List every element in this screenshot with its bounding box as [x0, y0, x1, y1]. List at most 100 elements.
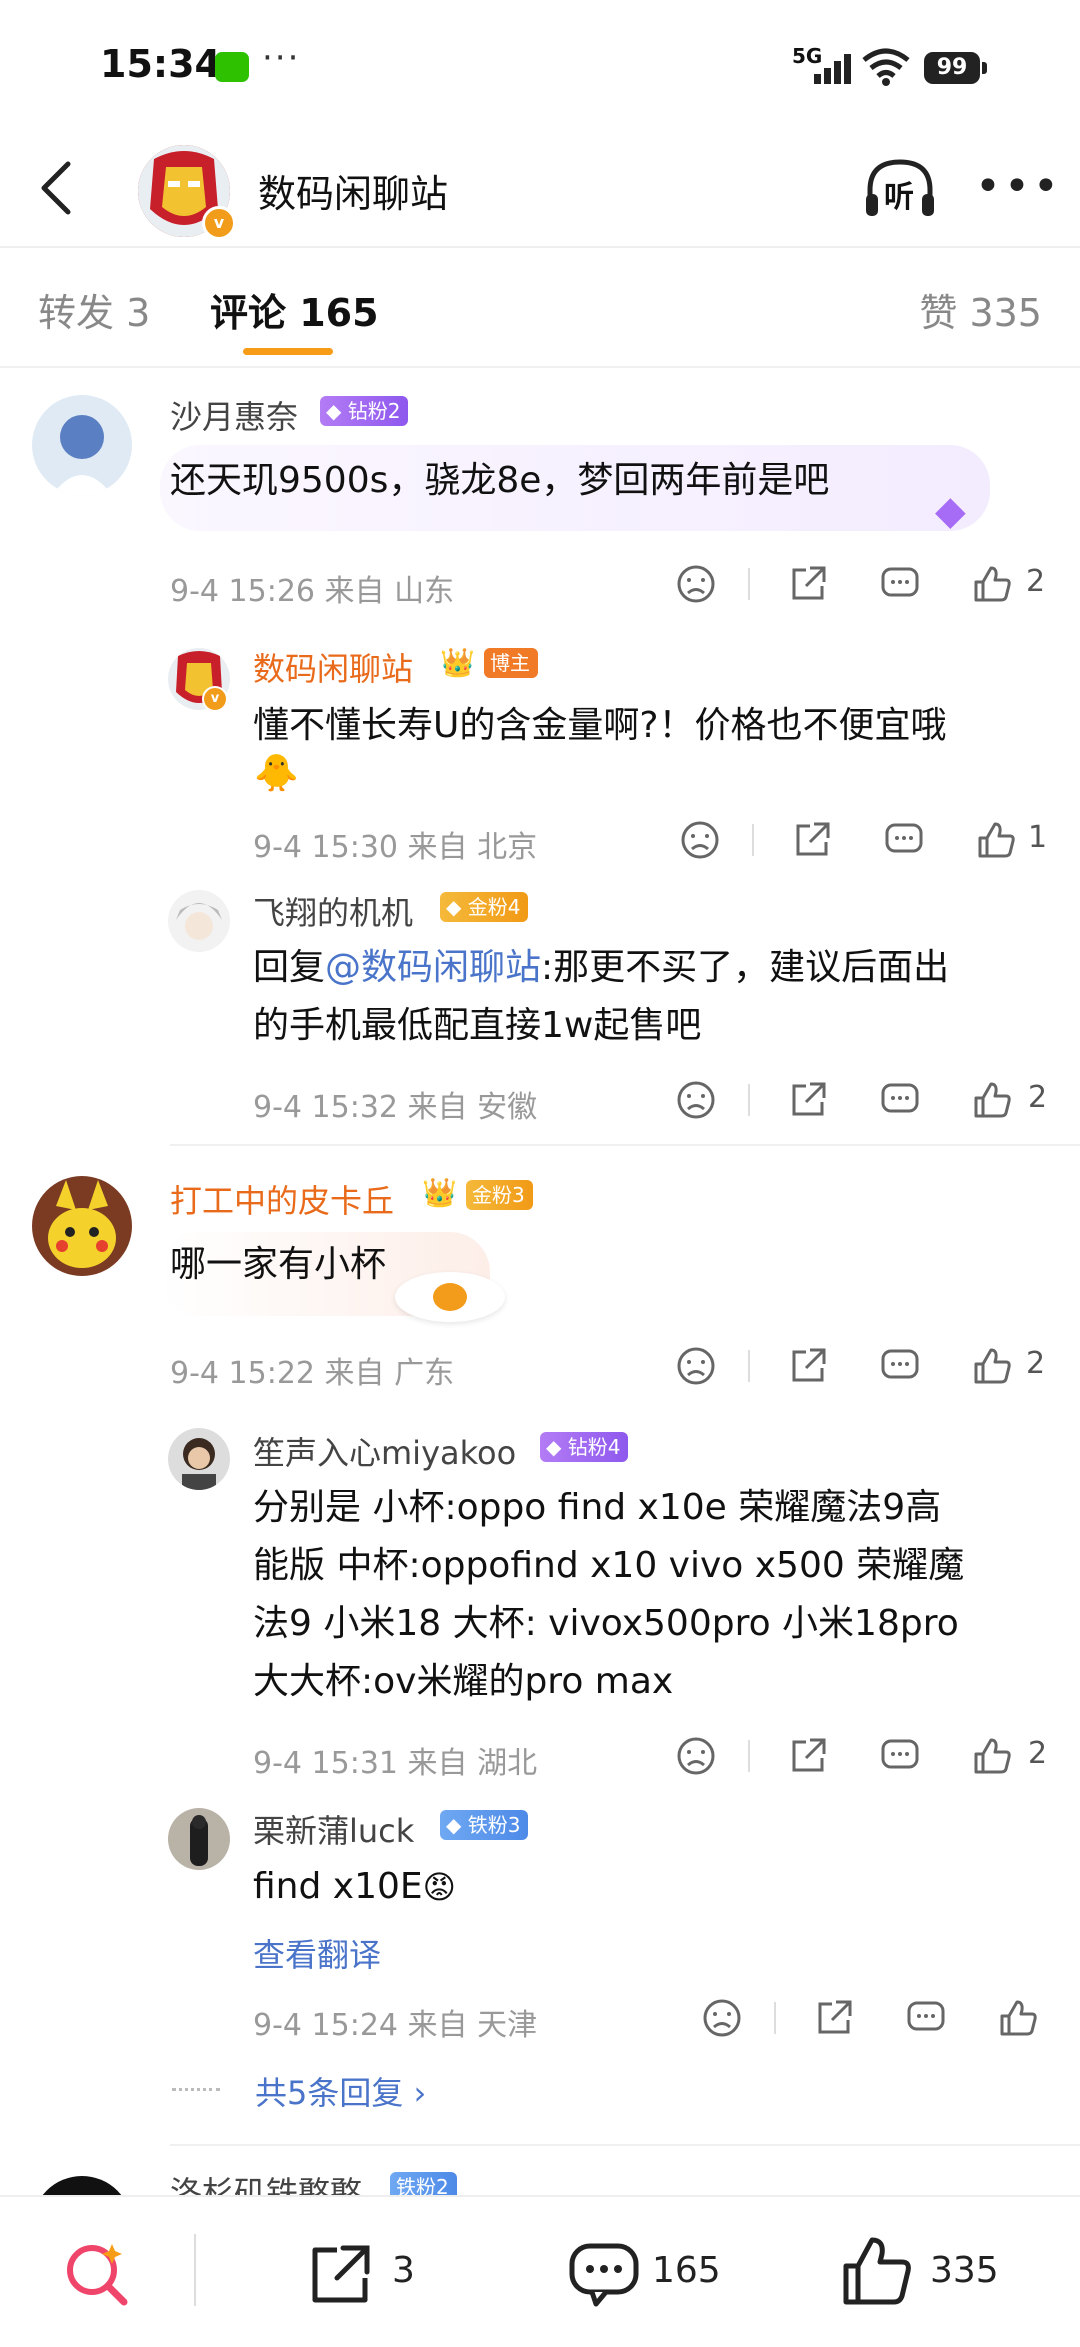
avatar[interactable] — [32, 395, 132, 495]
fan-badge: ◆ 钻粉2 — [320, 396, 409, 426]
more-icon[interactable]: ••• — [975, 165, 1062, 209]
avatar[interactable] — [168, 1808, 230, 1870]
action-separator — [748, 568, 750, 600]
like-icon[interactable] — [974, 818, 1018, 862]
duck-emoji-icon: 🐥 — [254, 753, 299, 794]
comment-time: 9-4 15:24 — [253, 2008, 398, 2043]
avatar[interactable] — [168, 890, 230, 952]
dislike-icon[interactable] — [678, 818, 722, 862]
egg-decoration-icon — [395, 1272, 505, 1322]
more-replies-label: 共5条回复 — [255, 2074, 404, 2112]
action-separator — [748, 1084, 750, 1116]
dislike-icon[interactable] — [700, 1996, 744, 2040]
listen-button[interactable]: 听 — [860, 150, 940, 230]
tab-likes[interactable]: 赞 335 — [919, 282, 1042, 337]
share-icon[interactable] — [786, 1734, 830, 1778]
like-icon[interactable] — [970, 1078, 1014, 1122]
repost-icon — [312, 2245, 370, 2303]
share-icon[interactable] — [786, 562, 830, 606]
comment-bubble-icon — [569, 2243, 639, 2307]
bottom-bar — [0, 2196, 1080, 2347]
like-icon[interactable] — [970, 562, 1014, 606]
comment-username[interactable]: 飞翔的机机 — [253, 888, 413, 934]
share-icon[interactable] — [812, 1996, 856, 2040]
bottom-bar-divider — [0, 2195, 1080, 2197]
author-badge: 博主 — [484, 648, 538, 678]
like-count: 335 — [930, 2250, 999, 2291]
comment-text-line: 的手机最低配直接1w起售吧 — [253, 1005, 702, 1046]
comment-username[interactable]: 栗新蒲luck — [253, 1806, 414, 1852]
comment-actions: 2 — [670, 1344, 1050, 1388]
dislike-icon[interactable] — [674, 1078, 718, 1122]
comment-meta: 9-4 15:24 来自 天津 — [253, 2000, 537, 2044]
more-replies-link[interactable]: 共5条回复 › — [255, 2068, 426, 2114]
like-button[interactable] — [840, 2234, 916, 2314]
share-icon[interactable] — [786, 1344, 830, 1388]
comment-icon[interactable] — [878, 1344, 922, 1388]
action-separator — [748, 1350, 750, 1382]
status-time: 15:34 — [100, 42, 221, 86]
repost-button[interactable] — [305, 2240, 375, 2314]
like-icon[interactable] — [970, 1344, 1014, 1388]
comment-location: 来自 安徽 — [407, 1090, 538, 1125]
comment-icon[interactable] — [882, 818, 926, 862]
fan-badge: ◆ 钻粉4 — [540, 1432, 629, 1462]
comment-username[interactable]: 数码闲聊站 — [253, 644, 413, 690]
diamond-decoration-icon: ◆ — [935, 488, 966, 534]
comment-icon[interactable] — [878, 1734, 922, 1778]
comment-username[interactable]: 打工中的皮卡丘 — [170, 1176, 394, 1222]
like-count: 2 — [1028, 1736, 1048, 1771]
comment-divider — [170, 2144, 1080, 2146]
back-icon[interactable] — [32, 158, 82, 218]
angry-emoji-icon: 😡 — [422, 1868, 457, 1906]
comment-location: 来自 北京 — [407, 830, 538, 865]
comment-actions: 1 — [676, 818, 1056, 862]
signal-icon — [814, 54, 851, 84]
active-tab-indicator — [243, 348, 333, 355]
comment-actions: 2 — [672, 1078, 1052, 1122]
dislike-icon[interactable] — [674, 1734, 718, 1778]
comment-text-line: 分别是 小杯:oppo find x10e 荣耀魔法9高 — [253, 1487, 942, 1528]
tab-repost[interactable]: 转发 3 — [38, 282, 150, 337]
comment-icon[interactable] — [878, 562, 922, 606]
avatar[interactable] — [32, 1176, 132, 1276]
comment-text-line: 能版 中杯:oppofind x10 vivo x500 荣耀魔 — [253, 1545, 965, 1586]
comment-meta: 9-4 15:26 来自 山东 — [170, 566, 454, 610]
comment-text-line: find x10E — [253, 1866, 423, 1907]
comment-icon[interactable] — [878, 1078, 922, 1122]
verified-badge-icon: v — [202, 206, 236, 240]
share-icon[interactable] — [790, 818, 834, 862]
comment-text: 分别是 小杯:oppo find x10e 荣耀魔法9高 能版 中杯:oppof… — [253, 1479, 1073, 1711]
wifi-icon — [862, 48, 910, 86]
crown-icon: 👑 — [422, 1176, 457, 1209]
dislike-icon[interactable] — [674, 1344, 718, 1388]
comment-meta: 9-4 15:22 来自 广东 — [170, 1348, 454, 1392]
comment-username[interactable]: 沙月惠奈 — [170, 392, 298, 438]
mention-link[interactable]: @数码闲聊站 — [325, 947, 541, 988]
crown-icon: 👑 — [440, 646, 475, 679]
share-icon[interactable] — [786, 1078, 830, 1122]
like-icon[interactable] — [970, 1734, 1014, 1778]
comment-count: 165 — [652, 2250, 721, 2291]
translate-link[interactable]: 查看翻译 — [253, 1930, 381, 1976]
search-sparkle-icon[interactable] — [62, 2238, 132, 2308]
comment-actions: 2 — [670, 562, 1050, 606]
comment-divider — [170, 1144, 1080, 1146]
tab-comments[interactable]: 评论 165 — [210, 282, 379, 337]
tab-divider — [0, 366, 1080, 368]
fan-badge-label: 铁粉3 — [467, 1813, 521, 1837]
comment-button[interactable] — [566, 2236, 642, 2316]
fan-badge-label: 金粉4 — [467, 895, 521, 919]
comment-icon[interactable] — [904, 1996, 948, 2040]
comment-location: 来自 广东 — [324, 1356, 455, 1391]
reply-prefix: 回复 — [253, 947, 326, 988]
comment-text-line: 法9 小米18 大杯: vivox500pro 小米18pro — [253, 1603, 959, 1644]
comment-location: 来自 湖北 — [407, 1746, 538, 1781]
like-count: 1 — [1028, 820, 1048, 855]
dislike-icon[interactable] — [674, 562, 718, 606]
comment-location: 来自 山东 — [324, 574, 455, 609]
diamond-icon: ◆ — [546, 1435, 562, 1459]
like-icon[interactable] — [996, 1996, 1040, 2040]
avatar[interactable] — [168, 1428, 230, 1490]
comment-username[interactable]: 笙声入心miyakoo — [253, 1428, 516, 1474]
